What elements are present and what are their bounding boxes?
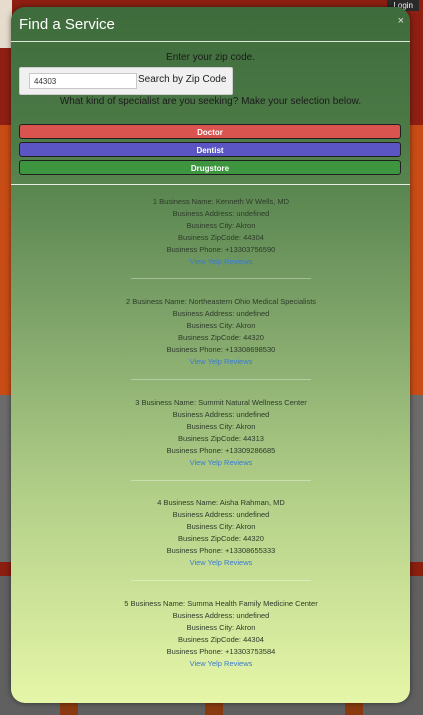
yelp-reviews-link[interactable]: View Yelp Reviews [81,557,361,569]
business-address: Business Address: undefined [172,611,270,620]
list-item: 5 Business Name: Summa Health Family Med… [81,598,361,670]
business-name: 1 Business Name: Kenneth W Wells, MD [152,197,290,206]
business-zip: Business ZipCode: 44304 [178,635,264,644]
divider [131,379,311,380]
yelp-reviews-link[interactable]: View Yelp Reviews [81,356,361,368]
divider [11,184,410,185]
business-address: Business Address: undefined [172,410,270,419]
business-zip: Business ZipCode: 44320 [178,534,264,543]
drugstore-button[interactable]: Drugstore [19,160,401,175]
yelp-reviews-link[interactable]: View Yelp Reviews [81,457,361,469]
business-city: Business City: Akron [186,623,256,632]
doctor-button[interactable]: Doctor [19,124,401,139]
business-city: Business City: Akron [186,221,256,230]
business-phone: Business Phone: +13303756590 [166,245,276,254]
business-city: Business City: Akron [186,422,256,431]
list-item: 2 Business Name: Northeastern Ohio Medic… [81,296,361,368]
business-name: 2 Business Name: Northeastern Ohio Medic… [125,297,317,306]
business-name: 4 Business Name: Aisha Rahman, MD [157,498,285,507]
business-name: 3 Business Name: Summit Natural Wellness… [135,398,307,407]
divider [131,278,311,279]
business-address: Business Address: undefined [172,309,270,318]
close-icon[interactable]: × [398,15,404,27]
zip-search-form: Search by Zip Code [19,67,233,95]
business-phone: Business Phone: +13303753584 [166,647,276,656]
yelp-reviews-link[interactable]: View Yelp Reviews [81,256,361,268]
business-name: 5 Business Name: Summa Health Family Med… [124,599,318,608]
find-service-modal: Find a Service × Enter your zip code. Se… [11,7,410,703]
business-address: Business Address: undefined [172,209,270,218]
list-item: 1 Business Name: Kenneth W Wells, MD Bus… [81,196,361,268]
zip-input[interactable] [29,73,137,89]
modal-title: Find a Service [19,16,115,33]
specialist-prompt: What kind of specialist are you seeking?… [59,96,362,107]
search-by-zip-button[interactable]: Search by Zip Code [138,74,226,85]
business-city: Business City: Akron [186,522,256,531]
business-address: Business Address: undefined [172,510,270,519]
business-phone: Business Phone: +13308655333 [166,546,276,555]
divider [131,580,311,581]
business-phone: Business Phone: +13308698530 [166,345,276,354]
business-zip: Business ZipCode: 44320 [178,333,264,342]
business-zip: Business ZipCode: 44313 [178,434,264,443]
business-zip: Business ZipCode: 44304 [178,233,264,242]
business-city: Business City: Akron [186,321,256,330]
list-item: 3 Business Name: Summit Natural Wellness… [81,397,361,469]
business-phone: Business Phone: +13309286685 [166,446,276,455]
dentist-button[interactable]: Dentist [19,142,401,157]
yelp-reviews-link[interactable]: View Yelp Reviews [81,658,361,670]
zip-prompt: Enter your zip code. [166,52,255,63]
list-item: 4 Business Name: Aisha Rahman, MD Busine… [81,497,361,569]
modal-header: Find a Service × [11,7,410,42]
divider [131,480,311,481]
